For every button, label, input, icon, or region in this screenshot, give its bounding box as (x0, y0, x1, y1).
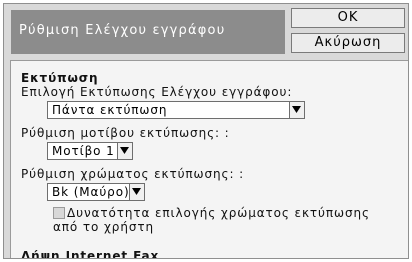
color-value: Bk (Μαύρο) (52, 185, 130, 199)
color-select[interactable]: Bk (Μαύρο) (47, 183, 145, 201)
document-control-dialog: Ρύθμιση Ελέγχου εγγράφου OK Ακύρωση Εκτύ… (3, 3, 409, 259)
print-mode-value: Πάντα εκτύπωση (52, 103, 168, 117)
user-color-checkbox-label-line1: Δυνατότητα επιλογής χρώματος εκτύπωσης (67, 206, 370, 220)
color-label: Ρύθμιση χρώματος εκτύπωσης: : (21, 167, 245, 181)
pattern-label: Ρύθμιση μοτίβου εκτύπωσης: : (21, 126, 230, 140)
dropdown-arrow-icon[interactable] (117, 143, 132, 159)
internet-fax-section-heading: Λήψη Internet Fax (21, 249, 160, 259)
settings-panel[interactable]: Εκτύπωση Επιλογή Εκτύπωσης Ελέγχου εγγρά… (10, 60, 408, 259)
dialog-title: Ρύθμιση Ελέγχου εγγράφου (11, 10, 285, 54)
dropdown-arrow-icon[interactable] (289, 102, 304, 118)
user-color-checkbox-label-line2: από το χρήστη (53, 220, 154, 234)
print-select-label: Επιλογή Εκτύπωσης Ελέγχου εγγράφου: (21, 85, 293, 99)
pattern-value: Μοτίβο 1 (52, 144, 115, 158)
title-bar: Ρύθμιση Ελέγχου εγγράφου OK Ακύρωση (4, 4, 408, 58)
user-color-checkbox-icon[interactable] (53, 207, 65, 219)
pattern-select[interactable]: Μοτίβο 1 (47, 142, 133, 160)
print-section-heading: Εκτύπωση (21, 71, 99, 85)
cancel-button[interactable]: Ακύρωση (291, 33, 405, 53)
ok-button[interactable]: OK (291, 8, 405, 28)
print-mode-select[interactable]: Πάντα εκτύπωση (47, 101, 305, 119)
dropdown-arrow-icon[interactable] (129, 184, 144, 200)
